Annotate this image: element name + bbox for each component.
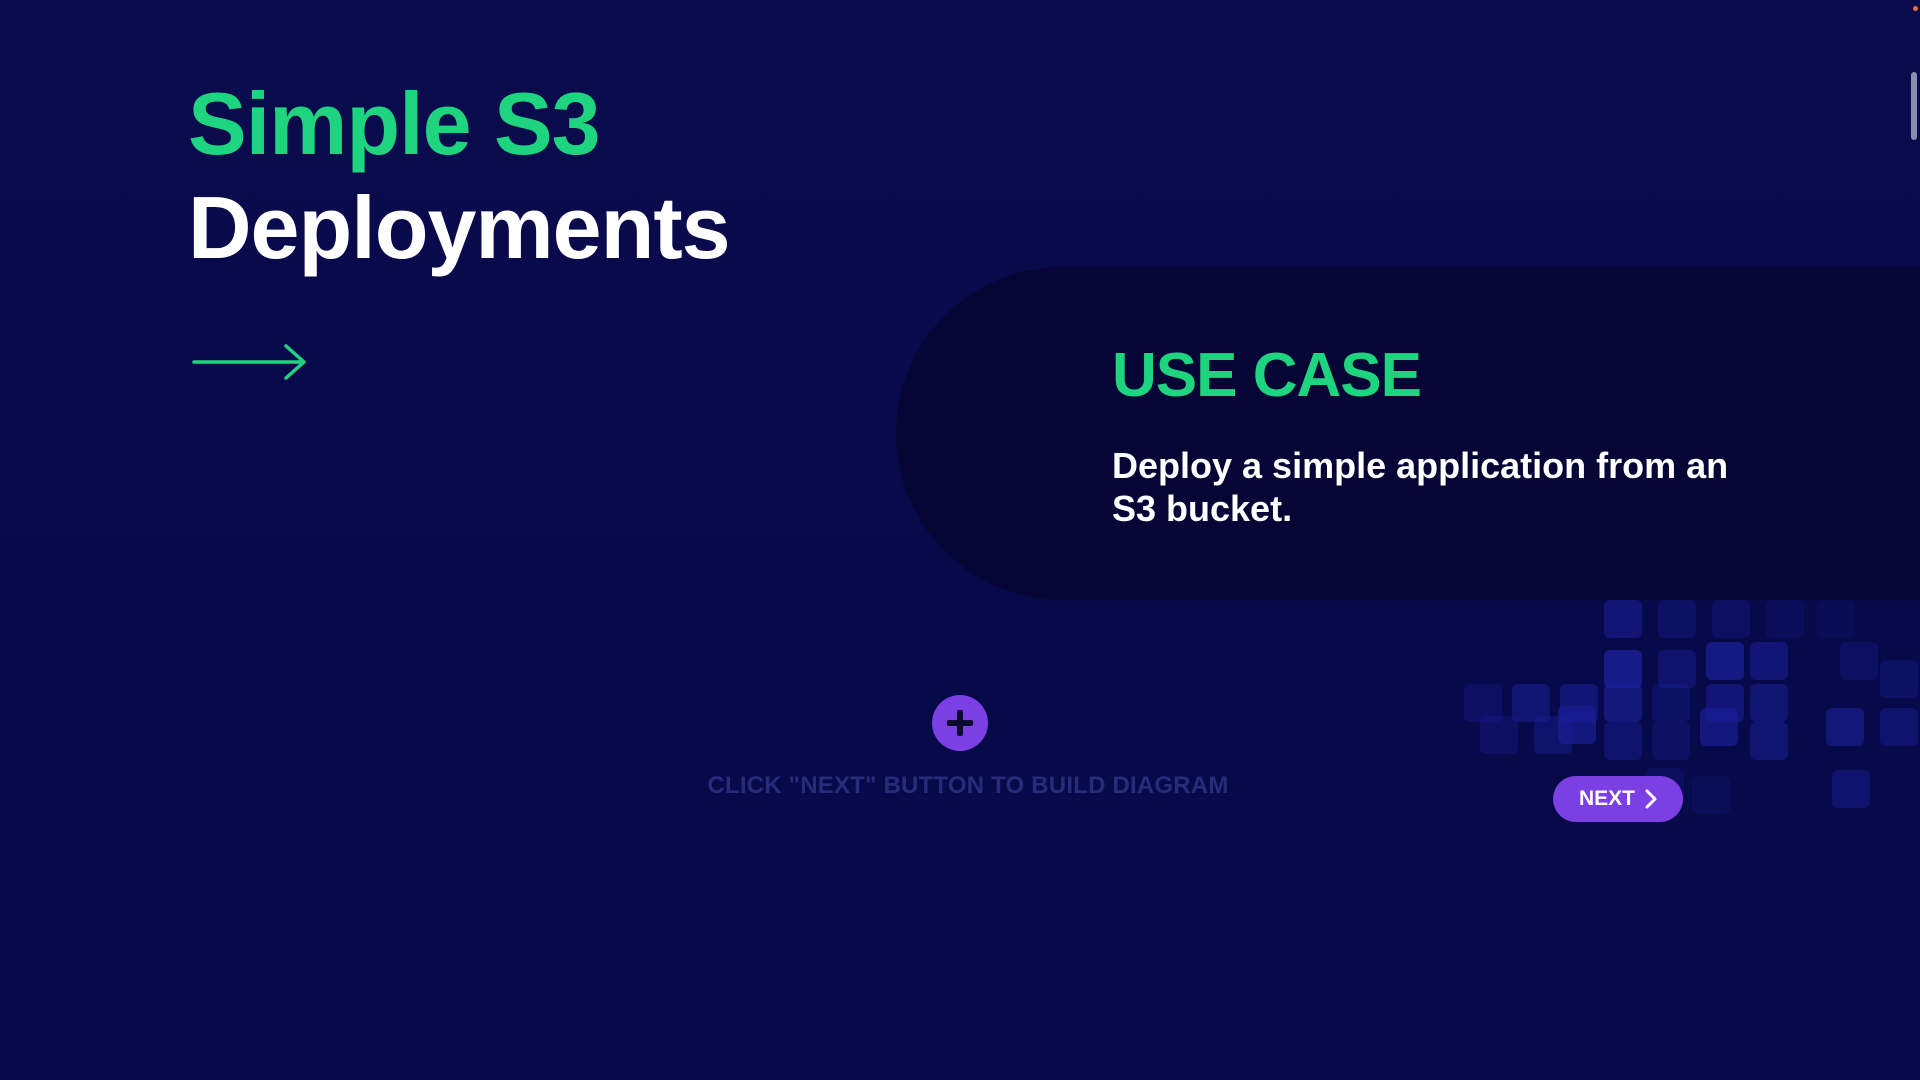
mosaic-tile [1700,708,1738,746]
scrollbar-thumb[interactable] [1911,72,1917,140]
slide: Simple S3 Deployments USE CASE Deploy a … [0,0,1920,1080]
mosaic-tile [1652,684,1690,722]
add-diagram-step-button[interactable] [932,695,988,751]
mosaic-tile [1652,722,1690,760]
mosaic-tile [1712,600,1750,638]
mosaic-tile [1840,642,1878,680]
use-case-description: Deploy a simple application from an S3 b… [1112,445,1729,529]
title-line-2: Deployments [188,178,731,277]
mosaic-tile [1480,716,1518,754]
mosaic-tile [1604,722,1642,760]
title-line-1: Simple S3 [188,74,601,173]
next-button-label: NEXT [1578,787,1635,810]
mosaic-tile [1558,706,1596,744]
next-button[interactable]: NEXT [1553,776,1683,822]
mosaic-tile [1766,600,1804,638]
mosaic-tile [1826,708,1864,746]
mosaic-tile [1706,642,1744,680]
mosaic-tile [1832,770,1870,808]
plus-icon [947,710,973,736]
mosaic-tile [1604,650,1642,688]
mosaic-tile [1692,776,1730,814]
mosaic-tile [1880,660,1918,698]
mosaic-tile [1464,684,1502,722]
chevron-right-icon [1645,789,1657,809]
mosaic-tile [1880,708,1918,746]
mosaic-tile [1604,600,1642,638]
page-title: Simple S3 Deployments [188,72,731,280]
status-indicator-dot [1913,6,1918,11]
mosaic-tile [1750,684,1788,722]
mosaic-tile [1658,600,1696,638]
mosaic-tile [1816,600,1854,638]
mosaic-tile [1706,684,1744,722]
mosaic-tile [1604,684,1642,722]
use-case-panel [896,267,1920,600]
mosaic-tile [1512,684,1550,722]
mosaic-tile [1750,722,1788,760]
build-diagram-hint: CLICK "NEXT" BUTTON TO BUILD DIAGRAM [707,772,1229,799]
use-case-heading: USE CASE [1112,341,1422,410]
arrow-right-icon [192,344,306,380]
mosaic-tile [1658,650,1696,688]
mosaic-tile [1534,716,1572,754]
mosaic-tile [1750,642,1788,680]
mosaic-tile [1560,684,1598,722]
